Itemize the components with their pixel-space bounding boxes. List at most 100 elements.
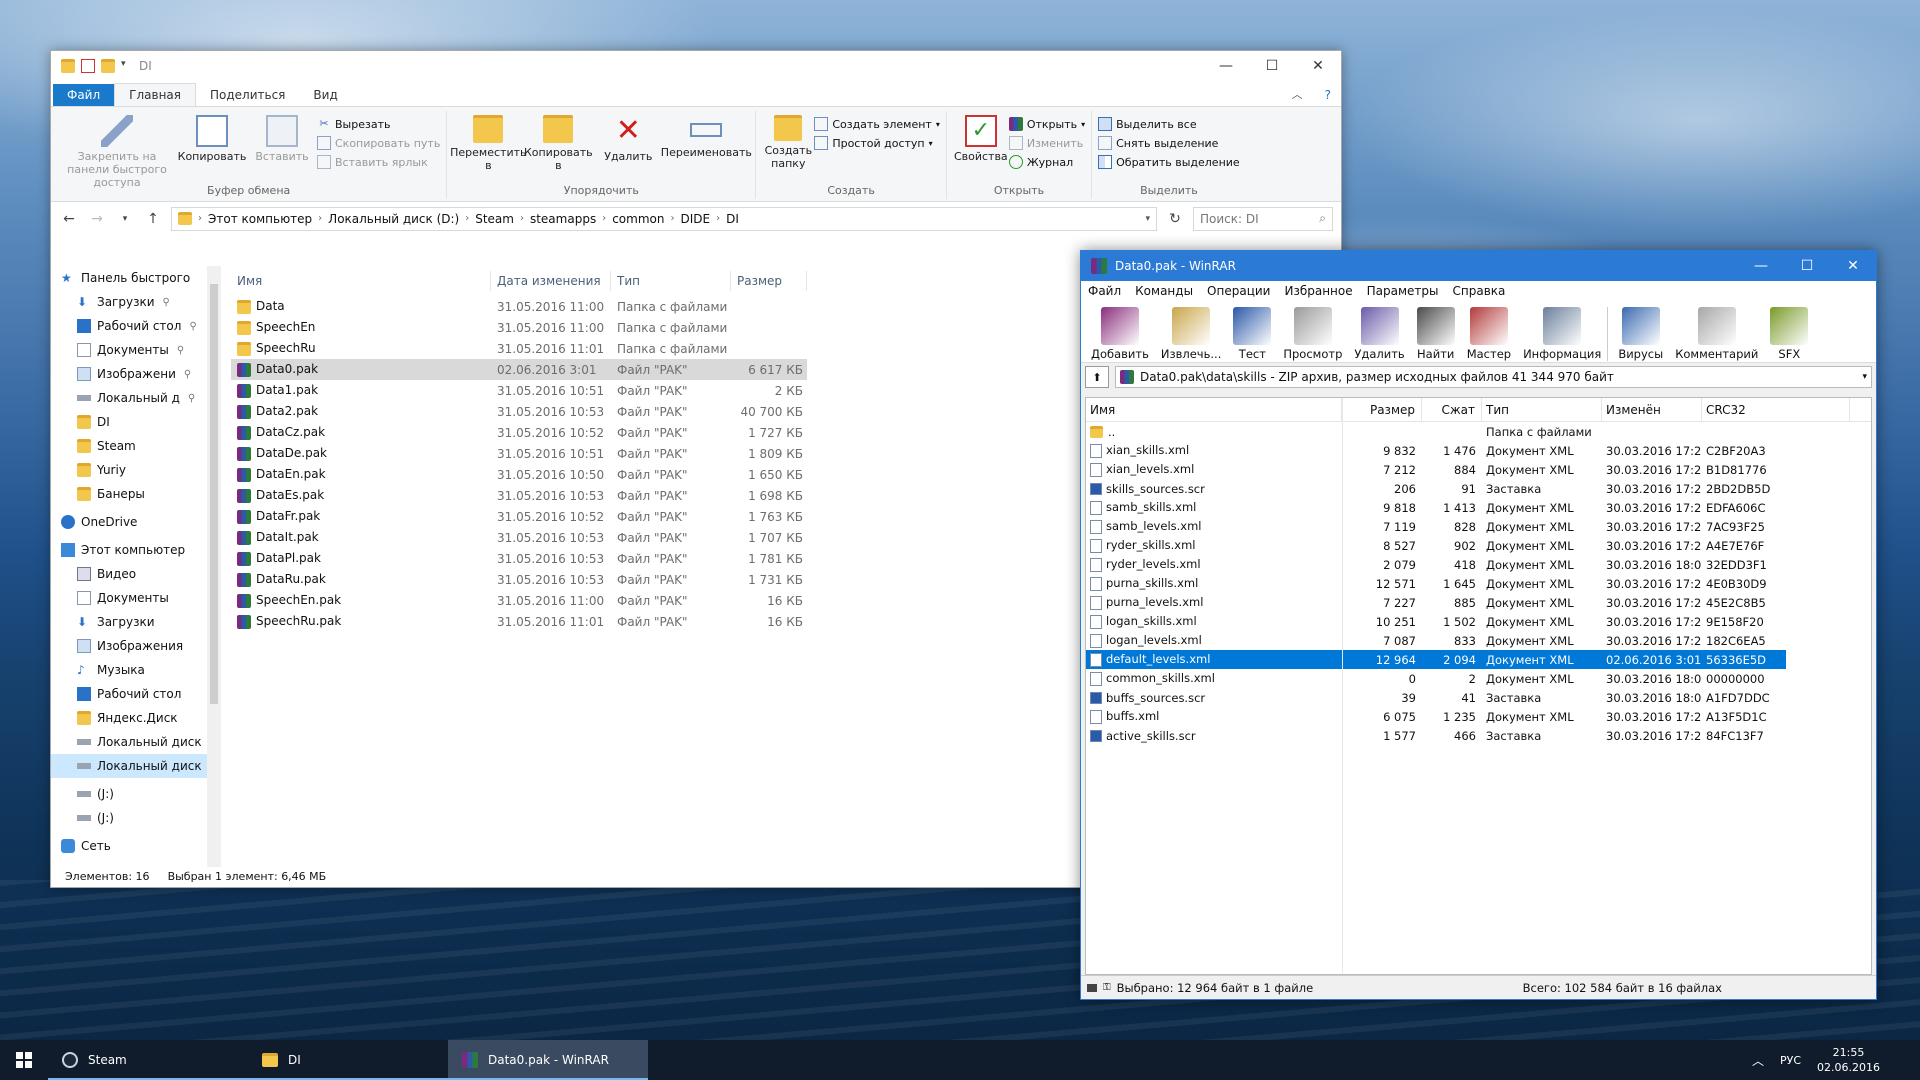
- maximize-button[interactable]: ☐: [1249, 51, 1295, 81]
- nav-item[interactable]: ♪ Музыка: [51, 658, 207, 682]
- nav-item[interactable]: Рабочий стол: [51, 682, 207, 706]
- nav-item[interactable]: Локальный диск: [51, 730, 207, 754]
- toolbar-button[interactable]: Комментарий: [1669, 307, 1764, 361]
- toolbar-button[interactable]: Извлечь...: [1155, 307, 1227, 361]
- archive-row[interactable]: buffs_sources.scr 39 41 Заставка 30.03.2…: [1086, 688, 1786, 707]
- col-name-header[interactable]: Имя: [1086, 398, 1342, 421]
- nav-item[interactable]: Изображени ⚲: [51, 362, 207, 386]
- archive-row[interactable]: ryder_levels.xml 2 079 418 Документ XML …: [1086, 555, 1786, 574]
- nav-item[interactable]: Этот компьютер: [51, 538, 207, 562]
- cut-button[interactable]: ✂ Вырезать: [317, 117, 440, 131]
- archive-row[interactable]: common_skills.xml 0 2 Документ XML 30.03…: [1086, 669, 1786, 688]
- menu-item[interactable]: Операции: [1200, 284, 1277, 298]
- file-row[interactable]: DataIt.pak 31.05.2016 10:53 Файл "PAK" 1…: [231, 527, 807, 548]
- file-row[interactable]: DataCz.pak 31.05.2016 10:52 Файл "PAK" 1…: [231, 422, 807, 443]
- history-button[interactable]: Журнал: [1008, 155, 1085, 169]
- nav-item[interactable]: Yuriy: [51, 458, 207, 482]
- copy-path-button[interactable]: Скопировать путь: [317, 136, 440, 150]
- nav-scrollbar[interactable]: [207, 266, 221, 867]
- nav-item[interactable]: Локальный диск: [51, 754, 207, 778]
- nav-item[interactable]: DI: [51, 410, 207, 434]
- menu-item[interactable]: Справка: [1446, 284, 1513, 298]
- toolbar-button[interactable]: Вирусы: [1607, 307, 1669, 361]
- customize-arrow-icon[interactable]: ▾: [121, 59, 129, 73]
- up-folder-button[interactable]: ⬆: [1085, 366, 1109, 388]
- file-row[interactable]: Data 31.05.2016 11:00 Папка с файлами: [231, 296, 807, 317]
- nav-item[interactable]: Изображения: [51, 634, 207, 658]
- archive-row[interactable]: default_levels.xml 12 964 2 094 Документ…: [1086, 650, 1786, 669]
- maximize-button[interactable]: ☐: [1784, 251, 1830, 281]
- toolbar-button[interactable]: Тест: [1227, 307, 1277, 361]
- easy-access-button[interactable]: Простой доступ ▾: [814, 136, 940, 150]
- file-row[interactable]: Data1.pak 31.05.2016 10:51 Файл "PAK" 2 …: [231, 380, 807, 401]
- archive-row[interactable]: ryder_skills.xml 8 527 902 Документ XML …: [1086, 536, 1786, 555]
- breadcrumb-di[interactable]: DI: [726, 212, 739, 226]
- minimize-button[interactable]: —: [1203, 51, 1249, 81]
- pin-icon[interactable]: ⚲: [188, 393, 195, 404]
- close-button[interactable]: ✕: [1295, 51, 1341, 81]
- toolbar-button[interactable]: Информация: [1517, 307, 1607, 361]
- archive-row[interactable]: skills_sources.scr 206 91 Заставка 30.03…: [1086, 479, 1786, 498]
- nav-item[interactable]: Сеть: [51, 834, 207, 858]
- key-icon[interactable]: ⚿: [1103, 982, 1111, 993]
- col-crc-header[interactable]: CRC32: [1702, 398, 1850, 421]
- nav-item[interactable]: Локальный д ⚲: [51, 386, 207, 410]
- address-bar[interactable]: › Этот компьютер › Локальный диск (D:) › S…: [171, 206, 1157, 231]
- archive-row[interactable]: xian_skills.xml 9 832 1 476 Документ XML…: [1086, 441, 1786, 460]
- archive-row[interactable]: samb_skills.xml 9 818 1 413 Документ XML…: [1086, 498, 1786, 517]
- file-row[interactable]: DataDe.pak 31.05.2016 10:51 Файл "PAK" 1…: [231, 443, 807, 464]
- archive-row[interactable]: purna_levels.xml 7 227 885 Документ XML …: [1086, 593, 1786, 612]
- nav-item[interactable]: Рабочий стол ⚲: [51, 314, 207, 338]
- tray-chevron-icon[interactable]: ︿: [1752, 1052, 1764, 1069]
- toolbar-button[interactable]: Найти: [1411, 307, 1461, 361]
- pin-icon[interactable]: ⚲: [177, 345, 184, 356]
- col-size-header[interactable]: Размер: [731, 271, 807, 291]
- menu-item[interactable]: Файл: [1081, 284, 1128, 298]
- file-row[interactable]: Data0.pak 02.06.2016 3:01 Файл "PAK" 6 6…: [231, 359, 807, 380]
- nav-item[interactable]: (J:): [51, 806, 207, 830]
- paste-shortcut-button[interactable]: Вставить ярлык: [317, 155, 440, 169]
- col-type-header[interactable]: Тип: [1482, 398, 1602, 421]
- menu-item[interactable]: Избранное: [1277, 284, 1359, 298]
- archive-row[interactable]: buffs.xml 6 075 1 235 Документ XML 30.03…: [1086, 707, 1786, 726]
- help-icon[interactable]: ?: [1315, 88, 1341, 106]
- toolbar-button[interactable]: Добавить: [1085, 307, 1155, 361]
- properties-icon[interactable]: [81, 59, 95, 73]
- archive-row[interactable]: purna_skills.xml 12 571 1 645 Документ X…: [1086, 574, 1786, 593]
- toolbar-button[interactable]: Просмотр: [1277, 307, 1348, 361]
- nav-item[interactable]: ⬇ Загрузки ⚲: [51, 290, 207, 314]
- file-row[interactable]: SpeechRu.pak 31.05.2016 11:01 Файл "PAK"…: [231, 611, 807, 632]
- archive-row[interactable]: xian_levels.xml 7 212 884 Документ XML 3…: [1086, 460, 1786, 479]
- tab-home[interactable]: Главная: [114, 83, 196, 106]
- col-packed-header[interactable]: Сжат: [1422, 398, 1482, 421]
- tab-file[interactable]: Файл: [53, 84, 115, 106]
- file-row[interactable]: SpeechRu 31.05.2016 11:01 Папка с файлам…: [231, 338, 807, 359]
- nav-item[interactable]: ⬇ Загрузки: [51, 610, 207, 634]
- address-dropdown-icon[interactable]: ▾: [1145, 214, 1150, 224]
- breadcrumb-dide[interactable]: DIDE: [680, 212, 710, 226]
- breadcrumb-drive[interactable]: Локальный диск (D:): [328, 212, 459, 226]
- taskbar-item-steam[interactable]: Steam: [48, 1040, 248, 1080]
- nav-item[interactable]: Яндекс.Диск: [51, 706, 207, 730]
- open-button[interactable]: Открыть ▾: [1008, 117, 1085, 131]
- pin-icon[interactable]: ⚲: [184, 369, 191, 380]
- breadcrumb-steamapps[interactable]: steamapps: [530, 212, 596, 226]
- drive-icon[interactable]: [1087, 983, 1097, 992]
- col-modified-header[interactable]: Изменён: [1602, 398, 1702, 421]
- file-row[interactable]: DataRu.pak 31.05.2016 10:53 Файл "PAK" 1…: [231, 569, 807, 590]
- tab-view[interactable]: Вид: [299, 84, 351, 106]
- toolbar-button[interactable]: Удалить: [1348, 307, 1410, 361]
- minimize-button[interactable]: —: [1738, 251, 1784, 281]
- breadcrumb-steam[interactable]: Steam: [475, 212, 514, 226]
- nav-item[interactable]: Документы: [51, 586, 207, 610]
- taskbar-item-explorer[interactable]: DI: [248, 1040, 448, 1080]
- nav-item[interactable]: OneDrive: [51, 510, 207, 534]
- file-row[interactable]: SpeechEn.pak 31.05.2016 11:00 Файл "PAK"…: [231, 590, 807, 611]
- edit-button[interactable]: Изменить: [1008, 136, 1085, 150]
- col-type-header[interactable]: Тип: [611, 271, 731, 291]
- refresh-icon[interactable]: ↻: [1165, 211, 1185, 227]
- archive-row[interactable]: active_skills.scr 1 577 466 Заставка 30.…: [1086, 726, 1786, 745]
- close-button[interactable]: ✕: [1830, 251, 1876, 281]
- nav-item[interactable]: Банеры: [51, 482, 207, 506]
- breadcrumb-common[interactable]: common: [612, 212, 664, 226]
